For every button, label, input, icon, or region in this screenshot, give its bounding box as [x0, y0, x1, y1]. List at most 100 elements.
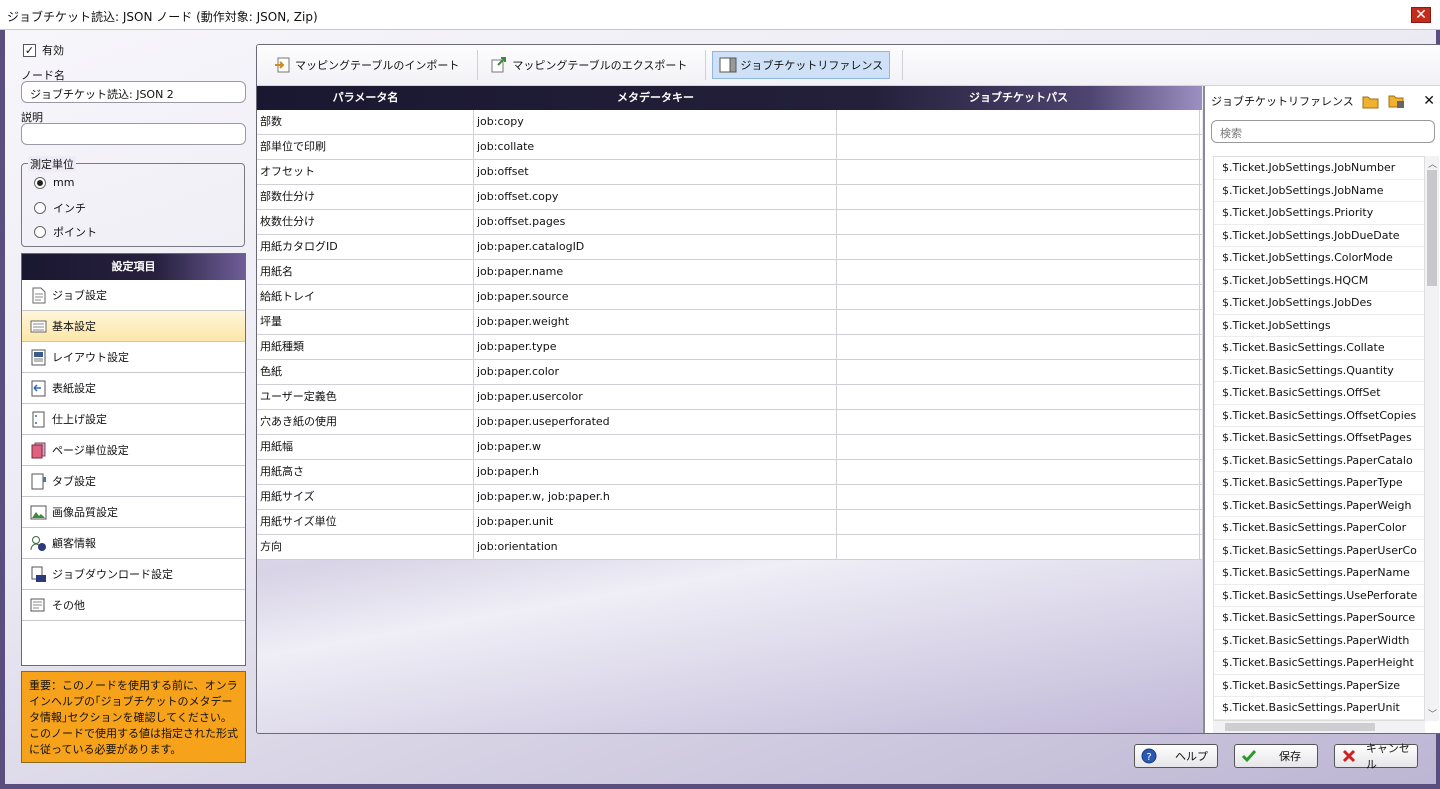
unit-radio-mm[interactable]: mm — [34, 176, 74, 189]
column-metadata-key[interactable]: メタデータキー — [474, 86, 837, 110]
reference-list-item[interactable]: $.Ticket.BasicSettings.PaperWidth — [1214, 630, 1424, 652]
reference-list-item[interactable]: $.Ticket.BasicSettings.PaperName — [1214, 562, 1424, 585]
table-row[interactable]: 用紙サイズ job:paper.w, job:paper.h — [257, 485, 1202, 510]
parameter-name-cell[interactable]: 穴あき紙の使用 — [257, 410, 474, 434]
ticket-path-cell[interactable] — [837, 260, 1200, 284]
table-row[interactable]: ユーザー定義色 job:paper.usercolor — [257, 385, 1202, 410]
reference-list-item[interactable]: $.Ticket.BasicSettings.OffsetPages — [1214, 427, 1424, 450]
reference-list-item[interactable]: $.Ticket.BasicSettings.PaperUserCo — [1214, 540, 1424, 562]
scroll-down-icon[interactable]: ﹀ — [1428, 707, 1437, 720]
ticket-path-cell[interactable] — [837, 185, 1200, 209]
table-row[interactable]: 色紙 job:paper.color — [257, 360, 1202, 385]
metadata-key-cell[interactable]: job:offset — [474, 160, 837, 184]
parameter-name-cell[interactable]: 用紙サイズ単位 — [257, 510, 474, 534]
column-ticket-path[interactable]: ジョブチケットパス — [837, 86, 1200, 110]
reference-list-item[interactable]: $.Ticket.BasicSettings.OffSet — [1214, 382, 1424, 405]
parameter-name-cell[interactable]: 用紙高さ — [257, 460, 474, 484]
reference-search-input[interactable]: 検索 — [1211, 120, 1435, 143]
reference-list-item[interactable]: $.Ticket.BasicSettings.PaperSize — [1214, 675, 1424, 697]
enabled-checkbox[interactable]: ✓ 有効 — [23, 42, 64, 58]
metadata-key-cell[interactable]: job:paper.source — [474, 285, 837, 309]
remove-folder-icon[interactable] — [1388, 93, 1406, 109]
job-ticket-reference-button[interactable]: ジョブチケットリファレンス — [712, 51, 891, 79]
parameter-name-cell[interactable]: 部単位で印刷 — [257, 135, 474, 159]
ticket-path-cell[interactable] — [837, 360, 1200, 384]
ticket-path-cell[interactable] — [837, 285, 1200, 309]
parameter-name-cell[interactable]: 方向 — [257, 535, 474, 559]
column-parameter-name[interactable]: パラメータ名 — [257, 86, 474, 110]
parameter-name-cell[interactable]: 枚数仕分け — [257, 210, 474, 234]
category-page-settings[interactable]: ページ単位設定 — [22, 435, 245, 466]
ticket-path-cell[interactable] — [837, 135, 1200, 159]
metadata-key-cell[interactable]: job:paper.weight — [474, 310, 837, 334]
reference-list-item[interactable]: $.Ticket.BasicSettings.Collate — [1214, 337, 1424, 360]
reference-list-item[interactable]: $.Ticket.BasicSettings.OffsetCopies — [1214, 405, 1424, 427]
metadata-key-cell[interactable]: job:paper.type — [474, 335, 837, 359]
reference-list-item[interactable]: $.Ticket.BasicSettings.PaperColor — [1214, 517, 1424, 540]
reference-list-item[interactable]: $.Ticket.BasicSettings.Quantity — [1214, 360, 1424, 382]
scroll-thumb[interactable] — [1427, 170, 1437, 286]
ticket-path-cell[interactable] — [837, 485, 1200, 509]
metadata-key-cell[interactable]: job:paper.unit — [474, 510, 837, 534]
metadata-key-cell[interactable]: job:paper.useperforated — [474, 410, 837, 434]
table-row[interactable]: 用紙高さ job:paper.h — [257, 460, 1202, 485]
close-panel-icon[interactable]: ✕ — [1423, 93, 1435, 109]
table-row[interactable]: 用紙種類 job:paper.type — [257, 335, 1202, 360]
close-button[interactable]: ✕ — [1411, 7, 1431, 23]
table-row[interactable]: 用紙サイズ単位 job:paper.unit — [257, 510, 1202, 535]
table-row[interactable]: 部数 job:copy — [257, 110, 1202, 135]
reference-list-item[interactable]: $.Ticket.JobSettings.JobNumber — [1214, 157, 1424, 180]
import-mapping-button[interactable]: マッピングテーブルのインポート — [267, 51, 465, 79]
metadata-key-cell[interactable]: job:paper.catalogID — [474, 235, 837, 259]
metadata-key-cell[interactable]: job:collate — [474, 135, 837, 159]
table-row[interactable]: オフセット job:offset — [257, 160, 1202, 185]
reference-list-item[interactable]: $.Ticket.BasicSettings.PaperType — [1214, 472, 1424, 495]
reference-list-item[interactable]: $.Ticket.BasicSettings.PaperSource — [1214, 607, 1424, 630]
table-row[interactable]: 用紙名 job:paper.name — [257, 260, 1202, 285]
ticket-path-cell[interactable] — [837, 410, 1200, 434]
reference-list-item[interactable]: $.Ticket.BasicSettings.PaperWeigh — [1214, 495, 1424, 517]
ticket-path-cell[interactable] — [837, 510, 1200, 534]
category-other[interactable]: その他 — [22, 590, 245, 621]
parameter-name-cell[interactable]: 用紙幅 — [257, 435, 474, 459]
reference-list-item[interactable]: $.Ticket.JobSettings — [1214, 315, 1424, 337]
metadata-key-cell[interactable]: job:copy — [474, 110, 837, 134]
unit-radio-inch[interactable]: インチ — [34, 200, 86, 216]
unit-radio-point[interactable]: ポイント — [34, 224, 97, 240]
reference-list-item[interactable]: $.Ticket.BasicSettings.PaperHeight — [1214, 652, 1424, 675]
ticket-path-cell[interactable] — [837, 460, 1200, 484]
ticket-path-cell[interactable] — [837, 435, 1200, 459]
ticket-path-cell[interactable] — [837, 235, 1200, 259]
metadata-key-cell[interactable]: job:orientation — [474, 535, 837, 559]
node-name-input[interactable]: ジョブチケット読込: JSON 2 — [21, 81, 246, 103]
parameter-name-cell[interactable]: ユーザー定義色 — [257, 385, 474, 409]
open-folder-icon[interactable] — [1362, 93, 1380, 109]
help-button[interactable]: ? ヘルプ — [1134, 744, 1218, 768]
description-input[interactable] — [21, 123, 246, 145]
cancel-button[interactable]: キャンセル — [1334, 742, 1418, 771]
reference-list-item[interactable]: $.Ticket.JobSettings.JobName — [1214, 180, 1424, 202]
reference-list-item[interactable]: $.Ticket.JobSettings.JobDes — [1214, 292, 1424, 315]
reference-list-item[interactable]: $.Ticket.JobSettings.HQCM — [1214, 270, 1424, 292]
table-row[interactable]: 枚数仕分け job:offset.pages — [257, 210, 1202, 235]
metadata-key-cell[interactable]: job:paper.usercolor — [474, 385, 837, 409]
metadata-key-cell[interactable]: job:offset.copy — [474, 185, 837, 209]
reference-horizontal-scrollbar[interactable] — [1213, 721, 1425, 733]
metadata-key-cell[interactable]: job:paper.w, job:paper.h — [474, 485, 837, 509]
parameter-name-cell[interactable]: 部数仕分け — [257, 185, 474, 209]
category-cover-settings[interactable]: 表紙設定 — [22, 373, 245, 404]
table-row[interactable]: 部数仕分け job:offset.copy — [257, 185, 1202, 210]
reference-list-item[interactable]: $.Ticket.JobSettings.JobDueDate — [1214, 225, 1424, 247]
reference-list-item[interactable]: $.Ticket.BasicSettings.UsePerforate — [1214, 585, 1424, 607]
scroll-thumb[interactable] — [1225, 723, 1375, 731]
ticket-path-cell[interactable] — [837, 335, 1200, 359]
reference-list-item[interactable]: $.Ticket.BasicSettings.PaperCatalo — [1214, 450, 1424, 472]
parameter-name-cell[interactable]: オフセット — [257, 160, 474, 184]
reference-vertical-scrollbar[interactable]: ︿ ﹀ — [1425, 156, 1439, 721]
reference-list-item[interactable]: $.Ticket.BasicSettings.PaperUnit — [1214, 697, 1424, 720]
reference-list-item[interactable]: $.Ticket.JobSettings.Priority — [1214, 202, 1424, 225]
parameter-name-cell[interactable]: 用紙名 — [257, 260, 474, 284]
ticket-path-cell[interactable] — [837, 210, 1200, 234]
category-job-download-settings[interactable]: ジョブダウンロード設定 — [22, 559, 245, 590]
parameter-name-cell[interactable]: 色紙 — [257, 360, 474, 384]
